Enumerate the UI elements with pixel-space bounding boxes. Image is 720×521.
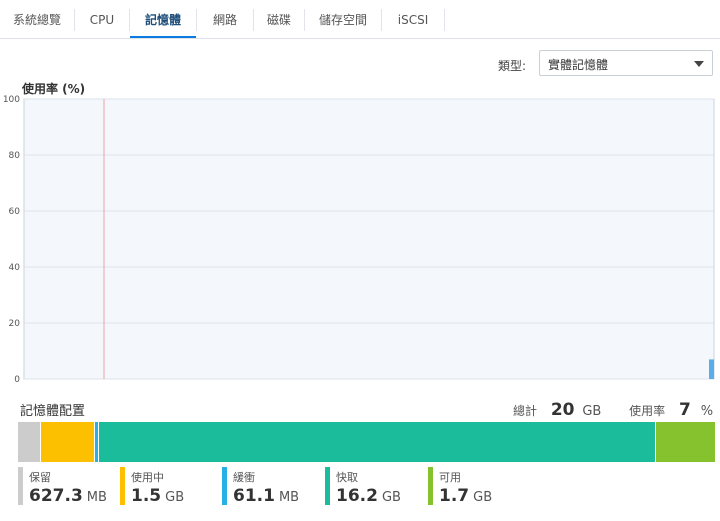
segment-cache — [98, 422, 657, 462]
tab-memory[interactable]: 記憶體 — [130, 0, 196, 38]
type-dropdown[interactable]: 實體記憶體 — [539, 50, 713, 76]
chart-plot-area — [23, 98, 715, 380]
chart-y-axis: 100 80 60 40 20 0 — [3, 95, 20, 385]
legend-value: 1.7 GB — [439, 486, 493, 506]
tab-divider — [444, 9, 445, 31]
type-label: 類型: — [498, 59, 527, 73]
allocation-summary: 總計 20 GB 使用率 7 % — [513, 400, 713, 420]
legend-swatch — [325, 467, 330, 505]
memory-allocation-bar — [18, 422, 715, 462]
usage-unit: % — [700, 404, 714, 419]
chevron-down-icon — [694, 61, 704, 67]
segment-available — [656, 422, 715, 462]
y-tick-label: 60 — [9, 207, 21, 217]
legend-label: 緩衝 — [233, 471, 255, 484]
legend-swatch — [428, 467, 433, 505]
legend-value: 61.1 MB — [233, 486, 300, 506]
y-tick-label: 100 — [3, 95, 20, 105]
legend-swatch — [18, 467, 23, 505]
total-label: 總計 — [513, 404, 538, 418]
allocation-title: 記憶體配置 — [20, 404, 86, 419]
usage-label: 使用率 — [629, 404, 666, 418]
legend-value: 627.3 MB — [29, 486, 107, 506]
y-tick-label: 40 — [9, 263, 21, 273]
tab-cpu[interactable]: CPU — [75, 0, 129, 38]
segment-reserved — [18, 422, 41, 462]
tab-disk[interactable]: 磁碟 — [254, 0, 304, 38]
usage-chart: 100 80 60 40 20 0 — [3, 95, 715, 385]
legend-label: 使用中 — [131, 471, 164, 484]
y-tick-label: 0 — [14, 375, 20, 385]
tab-storage[interactable]: 儲存空間 — [305, 0, 381, 38]
legend-swatch — [222, 467, 227, 505]
tab-network[interactable]: 網路 — [197, 0, 253, 38]
y-tick-label: 80 — [9, 151, 21, 161]
legend-label: 保留 — [29, 471, 51, 484]
legend-label: 可用 — [439, 471, 461, 484]
legend-label: 快取 — [336, 471, 358, 484]
legend-value: 16.2 GB — [336, 486, 401, 506]
segment-used — [41, 422, 96, 462]
legend-value: 1.5 GB — [131, 486, 185, 506]
legend-swatch — [120, 467, 125, 505]
tab-bar: 系統總覽 CPU 記憶體 網路 磁碟 儲存空間 iSCSI — [0, 0, 720, 39]
tab-iscsi[interactable]: iSCSI — [382, 0, 444, 38]
usage-series-mark — [709, 359, 714, 379]
total-unit: GB — [582, 404, 602, 419]
tab-overview[interactable]: 系統總覽 — [0, 0, 74, 38]
active-tab-indicator — [130, 36, 196, 38]
total-value: 20 — [550, 400, 575, 420]
usage-value: 7 — [679, 400, 691, 420]
type-dropdown-value: 實體記憶體 — [548, 58, 609, 72]
y-tick-label: 20 — [9, 319, 21, 329]
